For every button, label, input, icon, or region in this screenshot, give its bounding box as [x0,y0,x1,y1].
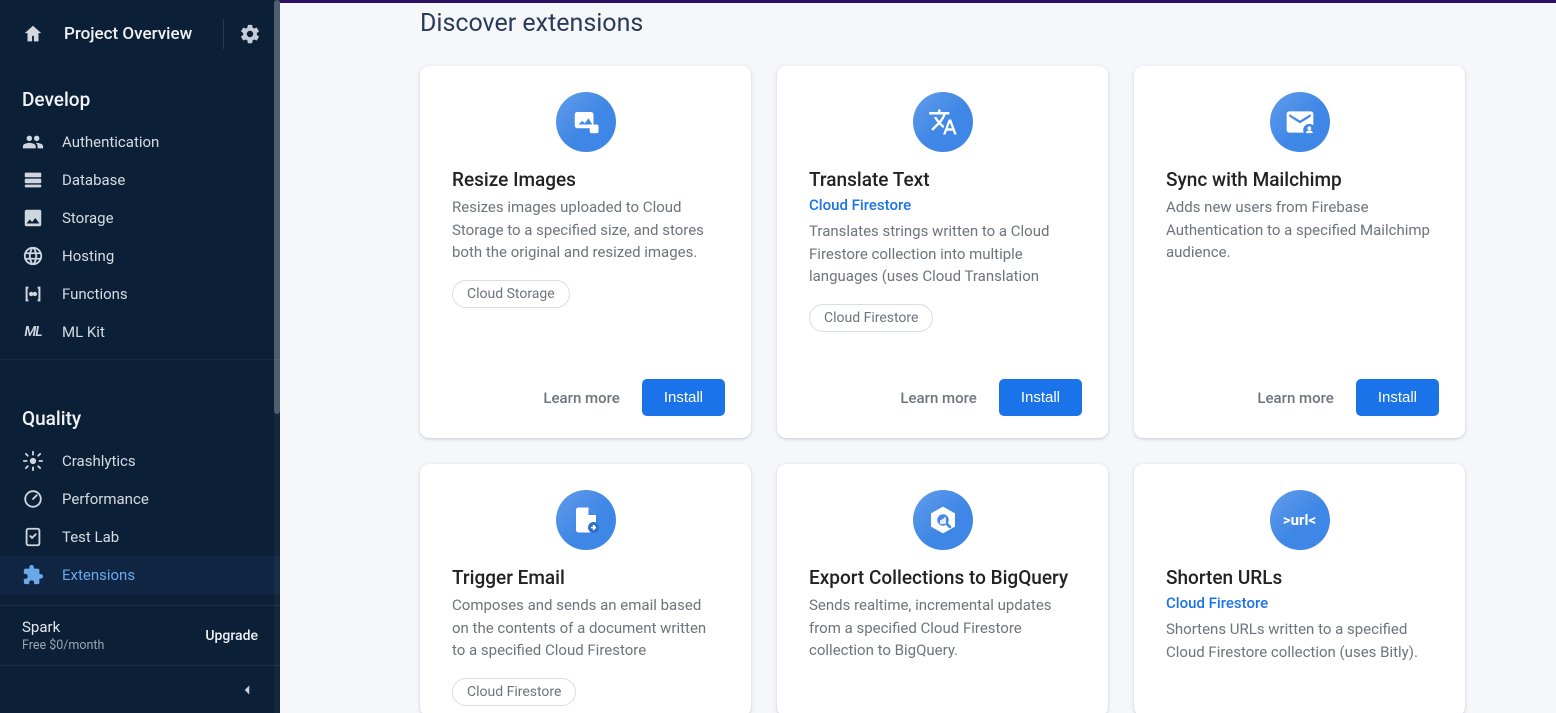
tag-chip[interactable]: Cloud Storage [452,280,570,308]
people-icon [22,131,44,153]
card-title: Trigger Email [452,566,719,589]
section-quality: Quality [0,387,280,442]
nav-label: Crashlytics [62,452,136,470]
crash-icon [22,450,44,472]
database-icon [22,169,44,191]
nav-label: Extensions [62,566,135,584]
card-title: Export Collections to BigQuery [809,566,1076,589]
divider [223,19,224,49]
main-content: Discover extensions Resize Images Resize… [280,0,1556,713]
sidebar-scrollbar[interactable] [274,0,280,713]
card-desc: Sends realtime, incremental updates from… [809,594,1076,662]
chevron-left-icon [238,681,256,699]
nav-testlab[interactable]: Test Lab [0,518,280,556]
extension-card-shorten-urls: >url< Shorten URLs Cloud Firestore Short… [1134,464,1465,713]
install-button[interactable]: Install [1356,379,1439,416]
extension-card-resize-images: Resize Images Resizes images uploaded to… [420,66,751,438]
gauge-icon [22,488,44,510]
extension-card-trigger-email: Trigger Email Composes and sends an emai… [420,464,751,713]
document-send-icon [556,490,616,550]
plan-name: Spark [22,618,104,636]
nav-mlkit[interactable]: ML ML Kit [0,313,280,351]
card-desc: Composes and sends an email based on the… [452,594,719,662]
tag-chip[interactable]: Cloud Firestore [452,678,576,706]
translate-icon [913,92,973,152]
nav-authentication[interactable]: Authentication [0,123,280,161]
nav-functions[interactable]: Functions [0,275,280,313]
learn-more-link[interactable]: Learn more [1257,389,1333,407]
nav-label: Authentication [62,133,159,151]
extension-card-sync-mailchimp: Sync with Mailchimp Adds new users from … [1134,66,1465,438]
card-desc: Resizes images uploaded to Cloud Storage… [452,196,719,264]
card-desc: Adds new users from Firebase Authenticat… [1166,196,1433,264]
mail-user-icon [1270,92,1330,152]
url-icon: >url< [1270,490,1330,550]
image-resize-icon [556,92,616,152]
nav-performance[interactable]: Performance [0,480,280,518]
nav-hosting[interactable]: Hosting [0,237,280,275]
gear-icon [239,23,261,45]
install-button[interactable]: Install [642,379,725,416]
card-subtitle-link[interactable]: Cloud Firestore [1166,594,1433,612]
collapse-sidebar-button[interactable] [0,665,280,713]
extension-icon [22,564,44,586]
settings-button[interactable] [230,14,270,54]
nav-database[interactable]: Database [0,161,280,199]
card-title: Shorten URLs [1166,566,1433,589]
card-subtitle-link[interactable]: Cloud Firestore [809,196,1076,214]
project-overview-link[interactable]: Project Overview [64,24,217,44]
card-title: Sync with Mailchimp [1166,168,1433,191]
install-button[interactable]: Install [999,379,1082,416]
bigquery-icon [913,490,973,550]
mlkit-icon: ML [22,321,44,343]
nav-crashlytics[interactable]: Crashlytics [0,442,280,480]
globe-icon [22,245,44,267]
nav-label: Test Lab [62,528,119,546]
image-icon [22,207,44,229]
section-develop: Develop [0,68,280,123]
nav-label: ML Kit [62,323,105,341]
card-desc: Translates strings written to a Cloud Fi… [809,220,1076,288]
upgrade-button[interactable]: Upgrade [205,628,258,644]
nav-label: Performance [62,490,149,508]
home-icon[interactable] [22,23,44,45]
extension-card-translate-text: Translate Text Cloud Firestore Translate… [777,66,1108,438]
extensions-grid: Resize Images Resizes images uploaded to… [420,66,1556,713]
page-title: Discover extensions [420,9,1556,38]
tag-chip[interactable]: Cloud Firestore [809,304,933,332]
card-title: Translate Text [809,168,1076,191]
card-title: Resize Images [452,168,719,191]
plan-sub: Free $0/month [22,638,104,653]
nav-extensions[interactable]: Extensions [0,556,280,594]
nav-label: Hosting [62,247,114,265]
checklist-icon [22,526,44,548]
plan-bar: Spark Free $0/month Upgrade [0,605,280,665]
card-desc: Shortens URLs written to a specified Clo… [1166,618,1433,663]
learn-more-link[interactable]: Learn more [900,389,976,407]
functions-icon [22,283,44,305]
sidebar: Project Overview Develop Authentication … [0,0,280,713]
nav-storage[interactable]: Storage [0,199,280,237]
nav-label: Functions [62,285,128,303]
learn-more-link[interactable]: Learn more [543,389,619,407]
extension-card-bigquery-export: Export Collections to BigQuery Sends rea… [777,464,1108,713]
sidebar-header: Project Overview [0,0,280,68]
nav-label: Storage [62,209,114,227]
nav-label: Database [62,171,125,189]
